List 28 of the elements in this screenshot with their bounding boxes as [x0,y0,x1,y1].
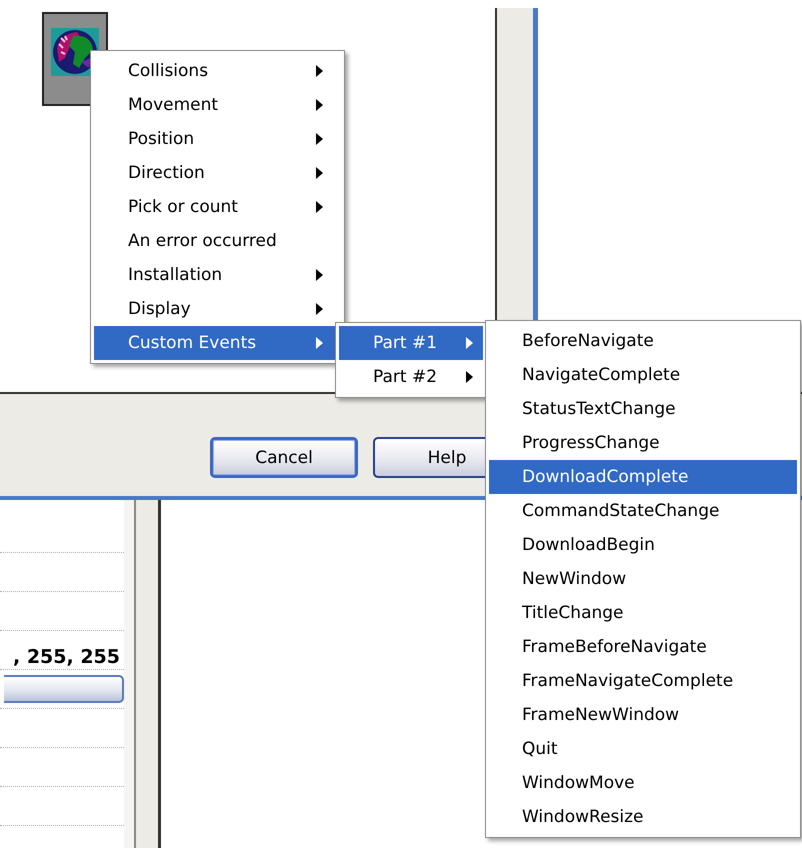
menu-item[interactable]: BeforeNavigate [489,324,797,358]
menu-item[interactable]: DownloadBegin [489,528,797,562]
menu-item[interactable]: Quit [489,732,797,766]
property-button[interactable] [4,675,124,703]
menu-item[interactable]: FrameBeforeNavigate [489,630,797,664]
menu-item[interactable]: FrameNewWindow [489,698,797,732]
menu-item[interactable]: NewWindow [489,562,797,596]
menu-item[interactable]: An error occurred [94,224,341,258]
menu-item[interactable]: TitleChange [489,596,797,630]
splitter-bar[interactable] [134,500,161,848]
property-value: , 255, 255 [13,646,121,668]
menu-item[interactable]: WindowResize [489,800,797,834]
menu-item[interactable]: WindowMove [489,766,797,800]
menu-item[interactable]: Installation [94,258,341,292]
menu-item[interactable]: Position [94,122,341,156]
menu-item[interactable]: Collisions [94,54,341,88]
menu-item[interactable]: Movement [94,88,341,122]
menu-item[interactable]: Part #1 [339,326,483,360]
menu-item[interactable]: Direction [94,156,341,190]
menu-item[interactable]: NavigateComplete [489,358,797,392]
menu-item[interactable]: DownloadComplete [489,460,797,494]
menu-item[interactable]: Display [94,292,341,326]
menu-item[interactable]: CommandStateChange [489,494,797,528]
menu-item[interactable]: FrameNavigateComplete [489,664,797,698]
menu-item[interactable]: StatusTextChange [489,392,797,426]
menu-item[interactable]: Pick or count [94,190,341,224]
menu-item[interactable]: Part #2 [339,360,483,394]
dialog-button[interactable]: Cancel [210,437,358,478]
